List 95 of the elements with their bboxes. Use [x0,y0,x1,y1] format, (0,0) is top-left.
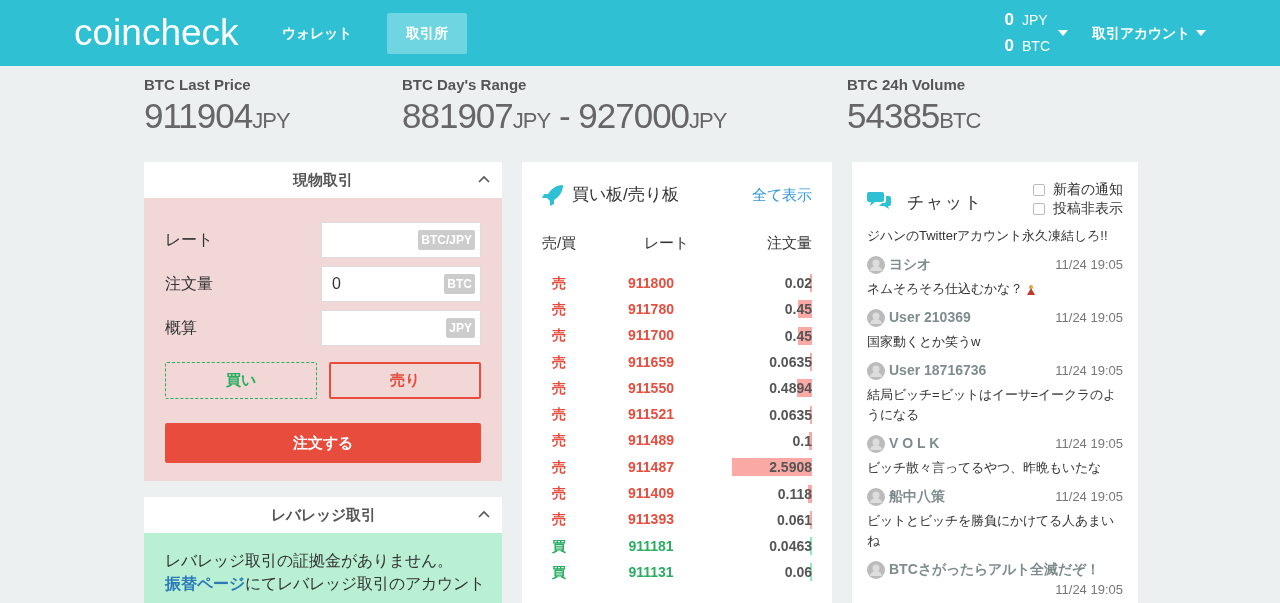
rate-value: 911780 [627,299,675,319]
avatar-icon [867,361,885,380]
amount-value: 0.0635 [769,405,812,424]
stat-label: BTC 24h Volume [847,75,967,95]
timestamp: 11/24 19:05 [1055,434,1123,453]
message-text: ビットとビッチを勝負にかけてる人あまいね [867,512,1115,550]
balance-text: 0 BTC [1004,35,1050,57]
message-text: ジハンのTwitterアカウント永久凍結しろ!! [867,227,1109,245]
field-label: レート [165,230,213,250]
panel-title: チャット [907,192,983,214]
notice-text: 振替ページにてレバレッジ取引のアカウント [165,574,481,594]
show-all-link[interactable]: 全て表示 [752,183,812,206]
amount-value: 0.45 [784,300,812,319]
field-label: 注文量 [165,274,213,294]
stat-value: 911904JPY [144,96,291,135]
rate-value: 911800 [627,273,675,293]
rate-value: 911521 [627,405,675,425]
rate-value: 911489 [627,431,675,451]
panel-title: レバレッジ取引 [270,504,376,525]
option-checkbox[interactable]: 新着の通知 [1033,180,1123,199]
rocket-icon [542,183,564,206]
timestamp: 11/24 19:05 [1055,255,1123,274]
timestamp: 11/24 19:05 [1055,581,1123,599]
side-label: 売 [551,352,567,372]
transfer-link[interactable]: 振替ページ [165,575,245,592]
nav-tab[interactable]: ウォレット [262,12,371,54]
message-text: ビッチ散々言ってるやつ、昨晩もいたな [867,459,1102,477]
collapse-icon[interactable] [478,175,490,183]
caret-icon [1196,30,1206,36]
option-checkbox[interactable]: 投稿非表示 [1033,199,1123,218]
rate-value: 911700 [627,326,675,346]
timestamp: 11/24 19:05 [1055,361,1123,380]
nav-tab[interactable]: 取引所 [386,12,467,54]
side-label: 売 [551,299,567,319]
side-label: 売 [551,457,567,477]
amount-value: 2.5908 [769,458,812,477]
buy-button[interactable]: 買い [165,362,317,399]
rate-value: 911131 [627,562,675,582]
rate-value: 911393 [627,510,675,530]
timestamp: 11/24 19:05 [1055,487,1123,506]
rate-value: 911659 [627,352,675,372]
user-name: ヨシオ [889,255,931,274]
panel-title: 現物取引 [293,169,353,190]
caret-icon [1058,30,1068,36]
sell-button[interactable]: 売り [329,362,481,399]
user-name: User 18716736 [889,361,987,380]
side-label: 売 [551,378,567,398]
stat-value: 881907JPY - 927000JPY [402,96,728,135]
account-menu[interactable]: 取引アカウント [1092,22,1206,44]
amount-value: 0.061 [776,510,812,529]
user-name: V O L K [889,434,940,453]
timestamp: 11/24 19:05 [1055,308,1123,327]
side-label: 買 [551,562,567,582]
rate-value: 911550 [627,378,675,398]
side-label: 売 [551,405,567,425]
amount-value: 0.02 [784,274,812,293]
avatar-icon [867,308,885,327]
user-name: BTCさがったらアルト全滅だぞ！ [889,560,1100,579]
side-label: 買 [551,536,567,556]
order-button[interactable]: 注文する [165,423,481,463]
column-header: レート [642,232,690,253]
rate-value: 911409 [627,484,675,503]
avatar-icon [867,255,885,274]
stat-label: BTC Day's Range [402,75,528,95]
balance-text: 0 JPY [1004,9,1049,31]
logo: coincheck [74,11,239,56]
amount-value: 0.45 [784,326,812,345]
message-text: 国家動くとか笑うw [867,333,982,351]
chat-icon [867,190,891,210]
avatar-icon [867,560,885,579]
amount-value: 0.118 [777,484,812,503]
amount-value: 0.1 [792,431,812,450]
rate-value: 911487 [627,457,675,477]
notice-text: レバレッジ取引の証拠金がありません。 [165,551,454,571]
column-header: 売/買 [542,232,578,253]
side-label: 売 [551,484,567,503]
side-label: 売 [551,510,567,530]
amount-value: 0.0635 [769,353,812,372]
amount-value: 0.4894 [769,379,812,398]
field-label: 概算 [165,318,197,338]
avatar-icon [867,434,885,453]
side-label: 売 [551,431,567,451]
rate-value: 911181 [627,536,675,556]
user-name: 船中八策 [889,487,945,506]
user-name: User 210369 [889,308,971,327]
panel-title: 買い板/売り板 [572,184,679,206]
stat-value: 54385BTC [847,96,982,135]
side-label: 売 [551,273,567,293]
message-text: 結局ビッチ=ビットはイーサ=イークラのようになる [867,386,1118,424]
avatar-icon [867,487,885,506]
collapse-icon[interactable] [478,510,490,518]
column-header: 注文量 [766,232,812,253]
message-text: ネムそろそろ仕込むかな？ [867,279,1123,299]
stat-label: BTC Last Price [144,75,252,95]
side-label: 売 [551,326,567,346]
